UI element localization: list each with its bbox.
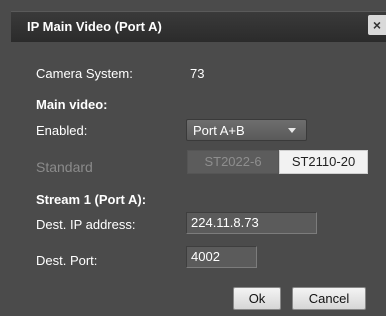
standard-option-st2022-6[interactable]: ST2022-6 bbox=[187, 150, 279, 174]
dialog-titlebar: IP Main Video (Port A) × bbox=[11, 11, 386, 42]
dialog-title: IP Main Video (Port A) bbox=[27, 19, 162, 34]
main-video-heading: Main video: bbox=[36, 97, 108, 112]
stream1-heading: Stream 1 (Port A): bbox=[36, 192, 147, 207]
close-button[interactable]: × bbox=[368, 15, 386, 35]
standard-label: Standard bbox=[36, 159, 93, 175]
dest-port-label: Dest. Port: bbox=[36, 253, 98, 268]
enabled-dropdown-value: Port A+B bbox=[193, 123, 245, 138]
ip-main-video-dialog: IP Main Video (Port A) × Camera System: … bbox=[0, 0, 386, 316]
camera-system-value: 73 bbox=[190, 66, 205, 81]
close-icon: × bbox=[372, 17, 382, 33]
dest-ip-label: Dest. IP address: bbox=[36, 217, 136, 232]
standard-option-st2110-20[interactable]: ST2110-20 bbox=[279, 150, 368, 174]
ok-button[interactable]: Ok bbox=[233, 287, 281, 310]
cancel-button[interactable]: Cancel bbox=[292, 287, 366, 310]
dest-port-field[interactable]: 4002 bbox=[186, 246, 257, 268]
chevron-down-icon bbox=[288, 128, 296, 133]
enabled-label: Enabled: bbox=[36, 123, 88, 138]
camera-system-label: Camera System: bbox=[36, 66, 133, 81]
enabled-dropdown[interactable]: Port A+B bbox=[186, 119, 307, 141]
dest-ip-field[interactable]: 224.11.8.73 bbox=[186, 212, 317, 234]
